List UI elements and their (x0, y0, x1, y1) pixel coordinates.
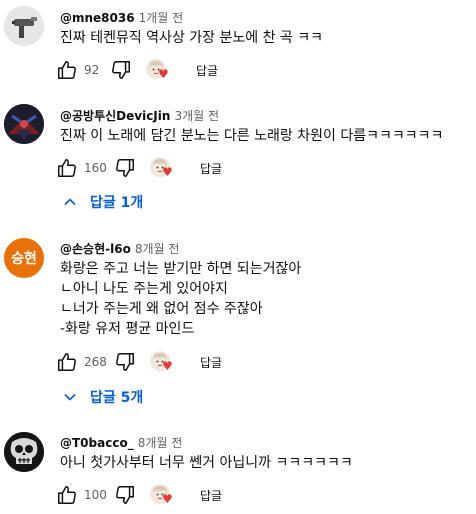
creator-heart: ♥ (150, 156, 176, 180)
comment-time[interactable]: 3개월 전 (174, 109, 219, 123)
comment-text: 진짜 테켄뮤직 역사상 가장 분노에 찬 곡 ㅋㅋ (60, 28, 323, 48)
like-button[interactable]: 268 (56, 350, 107, 374)
heart-icon: ♥ (162, 359, 173, 373)
reply-button[interactable]: 답글 (200, 156, 222, 180)
reply-label: 답글 (200, 161, 223, 176)
like-count: 92 (84, 63, 100, 77)
thumb-up-icon (56, 59, 78, 81)
comment-line: 아니 첫가사부터 너무 쎈거 아닙니까 ㅋㅋㅋㅋㅋㅋ (60, 455, 353, 471)
comment-author[interactable]: @T0bacco_ (60, 436, 134, 450)
show-replies-button[interactable]: 답글 5개 (60, 385, 143, 409)
comment-line: 진짜 이 노래에 담긴 분노는 다른 노래랑 차원이 다름ㅋㅋㅋㅋㅋㅋ (60, 128, 444, 144)
thumb-down-icon (114, 157, 136, 179)
comment-line: -화랑 유저 평균 마인드 (60, 321, 195, 337)
dislike-button[interactable] (114, 156, 136, 180)
comment-text: 화랑은 주고 너는 받기만 하면 되는거잖아 ㄴ아니 나도 주는게 있어야지 ㄴ… (60, 259, 301, 339)
reply-label: 답글 (200, 355, 223, 370)
like-button[interactable]: 160 (56, 156, 107, 180)
like-button[interactable]: 100 (56, 483, 107, 507)
thumb-down-icon (110, 59, 132, 81)
initials-avatar[interactable]: 승현 (4, 238, 44, 278)
thumb-down-icon (114, 351, 136, 373)
reply-label: 답글 (196, 63, 219, 78)
reply-label: 답글 (200, 488, 223, 503)
comment-time[interactable]: 8개월 전 (138, 436, 183, 450)
comment-text: 아니 첫가사부터 너무 쎈거 아닙니까 ㅋㅋㅋㅋㅋㅋ (60, 453, 353, 473)
skull-avatar-icon[interactable] (4, 432, 44, 472)
creator-heart: ♥ (150, 483, 176, 507)
heart-icon: ♥ (162, 165, 173, 179)
reply-button[interactable]: 답글 (196, 58, 218, 82)
author-line: @T0bacco_ 8개월 전 (60, 434, 182, 451)
heart-icon: ♥ (158, 67, 169, 81)
comment-line: 진짜 테켄뮤직 역사상 가장 분노에 찬 곡 ㅋㅋ (60, 30, 323, 46)
replies-label: 답글 5개 (90, 390, 144, 406)
heart-icon: ♥ (162, 492, 173, 506)
comment-time[interactable]: 1개월 전 (139, 11, 184, 25)
comment-actions: 92 ♥ 답글 (56, 58, 296, 82)
replies-label: 답글 1개 (90, 195, 144, 211)
dislike-button[interactable] (110, 58, 132, 82)
dislike-button[interactable] (114, 350, 136, 374)
chevron-up-icon (60, 192, 80, 212)
comment-actions: 100 ♥ 답글 (56, 483, 296, 507)
author-line: @손승현-l6o 8개월 전 (60, 240, 179, 257)
avatar-initials: 승현 (11, 251, 37, 267)
comment-time[interactable]: 8개월 전 (135, 242, 180, 256)
comment-actions: 268 ♥ 답글 (56, 350, 296, 374)
author-line: @mne8036 1개월 전 (60, 9, 183, 26)
comment-line: ㄴ아니 나도 주는게 있어야지 (60, 281, 228, 297)
comment-actions: 160 ♥ 답글 (56, 156, 296, 180)
comment-author[interactable]: @손승현-l6o (60, 242, 131, 256)
devil-jin-avatar-icon[interactable] (4, 104, 44, 144)
thumb-up-icon (56, 484, 78, 506)
spray-gun-avatar-icon[interactable] (4, 6, 44, 46)
chevron-down-icon (60, 387, 80, 407)
author-line: @공방투신DevicJin 3개월 전 (60, 107, 219, 124)
show-replies-button[interactable]: 답글 1개 (60, 190, 143, 214)
creator-heart: ♥ (150, 350, 176, 374)
reply-button[interactable]: 답글 (200, 483, 222, 507)
like-count: 160 (84, 161, 107, 175)
comment-author[interactable]: @mne8036 (60, 11, 135, 25)
comment-text: 진짜 이 노래에 담긴 분노는 다른 노래랑 차원이 다름ㅋㅋㅋㅋㅋㅋ (60, 126, 443, 146)
comment-line: ㄴ너가 주는게 왜 없어 점수 주잖아 (60, 301, 263, 317)
comment-author[interactable]: @공방투신DevicJin (60, 109, 170, 123)
thumb-down-icon (114, 484, 136, 506)
like-count: 268 (84, 355, 107, 369)
comment-line: 화랑은 주고 너는 받기만 하면 되는거잖아 (60, 261, 302, 277)
like-button[interactable]: 92 (56, 58, 99, 82)
creator-heart: ♥ (146, 58, 172, 82)
like-count: 100 (84, 488, 107, 502)
reply-button[interactable]: 답글 (200, 350, 222, 374)
dislike-button[interactable] (114, 483, 136, 507)
thumb-up-icon (56, 157, 78, 179)
thumb-up-icon (56, 351, 78, 373)
